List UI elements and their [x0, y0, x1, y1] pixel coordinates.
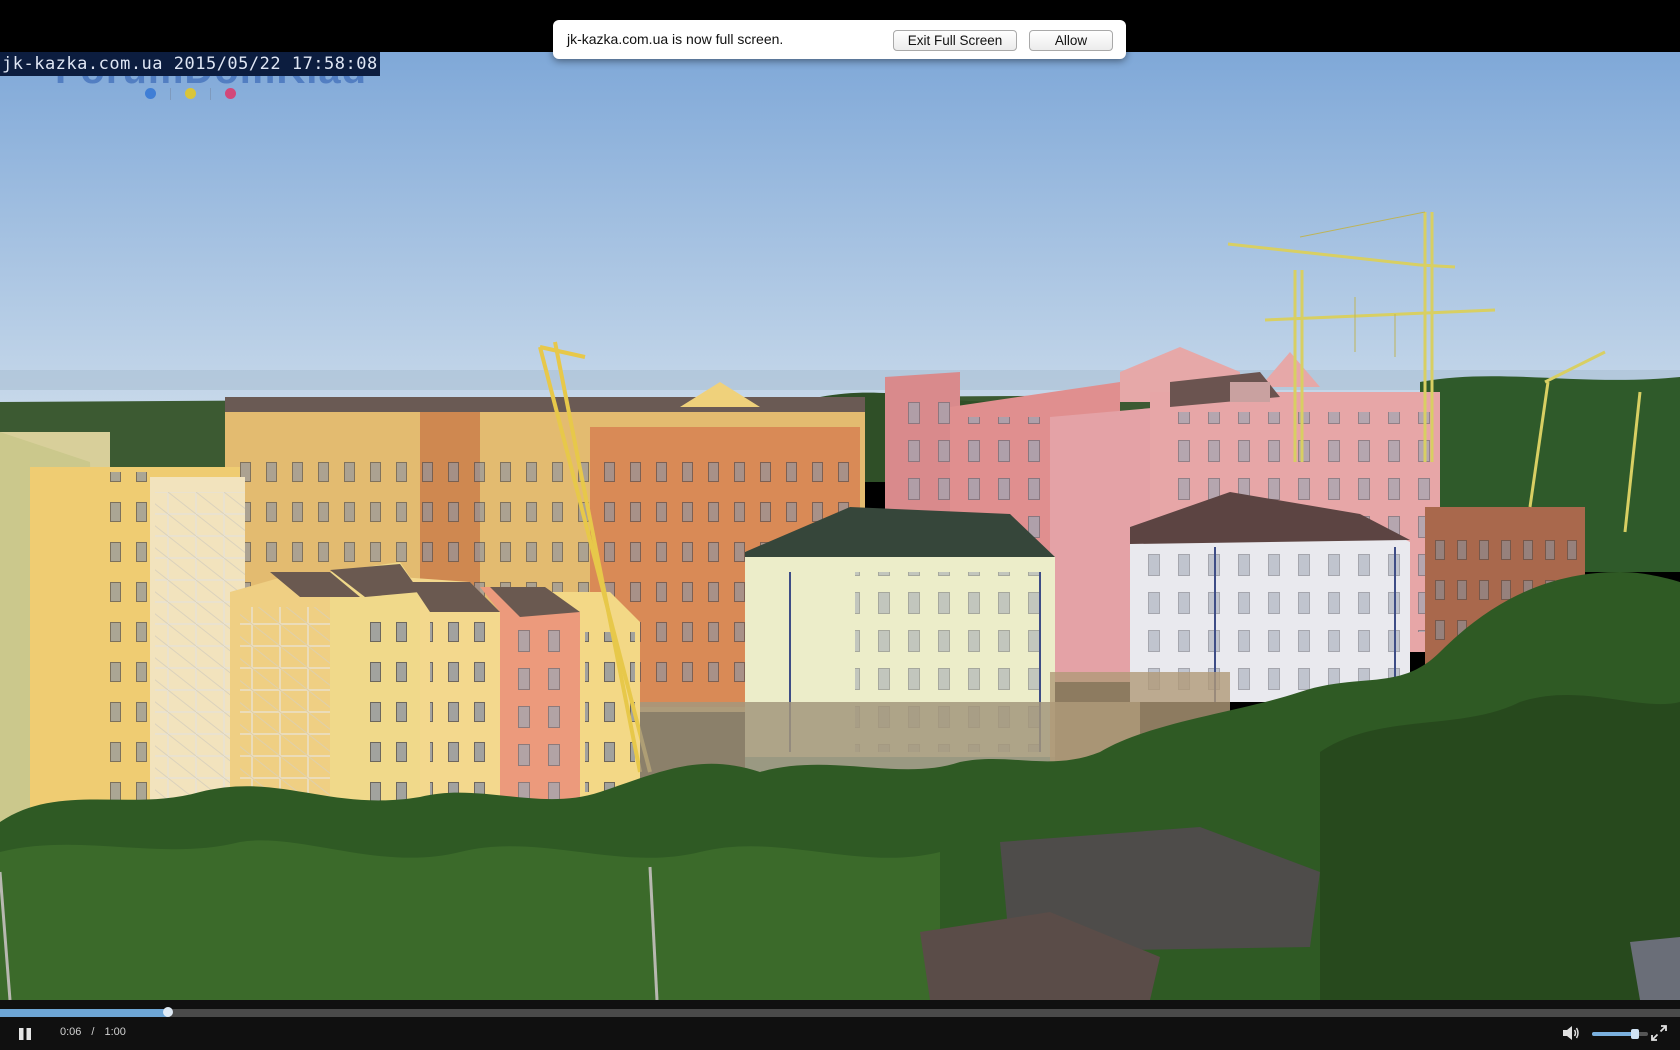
logo-dot-pink — [225, 88, 236, 99]
pause-icon — [19, 1028, 31, 1040]
duration: 1:00 — [104, 1026, 126, 1038]
video-player[interactable]: ForumDomKiad jk-kazka.com.ua 2015/05/22 … — [0, 0, 1680, 1000]
volume-slider[interactable] — [1592, 1028, 1648, 1040]
volume-track — [1592, 1029, 1648, 1039]
progress-handle[interactable] — [163, 1007, 173, 1017]
logo-separator — [210, 88, 211, 100]
video-control-bar: 0:06 / 1:00 — [0, 1000, 1680, 1050]
logo-separator — [170, 88, 171, 100]
current-time: 0:06 — [60, 1026, 82, 1038]
time-separator: / — [91, 1026, 95, 1038]
logo-dot-yellow — [185, 88, 196, 99]
fullscreen-exit-icon — [1651, 1025, 1667, 1041]
fullscreen-toggle-button[interactable] — [1650, 1024, 1668, 1042]
allow-button[interactable]: Allow — [1029, 30, 1113, 51]
fullscreen-message: jk-kazka.com.ua is now full screen. — [567, 31, 784, 47]
pause-button[interactable] — [16, 1025, 34, 1043]
progress-bar[interactable] — [0, 1007, 1680, 1017]
fullscreen-notification: jk-kazka.com.ua is now full screen. Exit… — [553, 20, 1126, 59]
exit-full-screen-button[interactable]: Exit Full Screen — [893, 30, 1017, 51]
time-readout: 0:06 / 1:00 — [60, 1026, 126, 1038]
logo-dot-blue — [145, 88, 156, 99]
mute-button[interactable] — [1561, 1024, 1581, 1042]
video-frame[interactable] — [0, 52, 1680, 1000]
progress-fill — [0, 1009, 168, 1017]
volume-knob[interactable] — [1630, 1029, 1639, 1039]
speaker-icon — [1563, 1026, 1579, 1040]
camera-timestamp-overlay: jk-kazka.com.ua 2015/05/22 17:58:08 — [0, 52, 380, 76]
